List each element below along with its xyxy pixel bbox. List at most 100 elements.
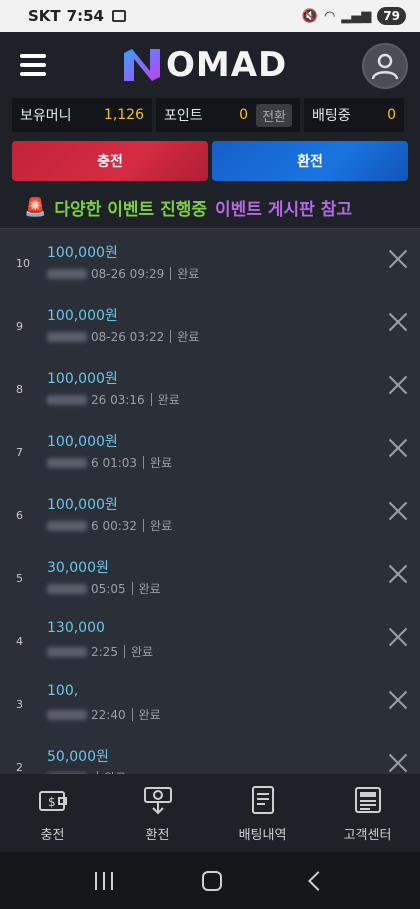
row-amount: 100,000원 [47, 308, 118, 324]
logo-text: OMAD [166, 45, 288, 85]
status-icons: 🔇 ◠ ▂▄▆ 79 [302, 7, 406, 25]
home-icon[interactable] [201, 870, 222, 891]
signal-icon: ▂▄▆ [341, 8, 372, 24]
row-number: 10 [16, 257, 30, 270]
row-date: 05:05 [91, 581, 126, 596]
nav-exchange-label: 환전 [145, 827, 170, 843]
list-item: 3 100, 22:40 완료 [0, 670, 420, 733]
close-icon[interactable] [388, 690, 408, 710]
money-label: 보유머니 [20, 108, 72, 124]
mute-icon: 🔇 [301, 8, 318, 24]
point-label: 포인트 [164, 108, 203, 124]
row-number: 7 [16, 446, 23, 459]
logo[interactable]: OMAD [120, 44, 300, 86]
row-meta: 05:05 완료 [47, 580, 161, 597]
point-value: 0 [239, 107, 249, 123]
row-amount: 100, [47, 683, 79, 699]
row-status: 완료 [130, 645, 154, 659]
transaction-list: 10 100,000원 08-26 09:29 완료 9 100,000원 08-… [0, 228, 420, 774]
betting-value: 0 [387, 107, 396, 123]
row-status: 완료 [138, 708, 161, 722]
nav-support-label: 고객센터 [343, 827, 392, 843]
betting-label: 배팅중 [312, 108, 351, 124]
list-item: 4 130,000 2:25 완료 [0, 607, 420, 670]
wifi-icon: ◠ [323, 8, 336, 24]
row-amount: 100,000원 [47, 434, 118, 450]
action-buttons: 충전 환전 [0, 136, 420, 186]
money-balance: 보유머니 1,126 [12, 98, 152, 132]
row-date: 22:40 [91, 707, 126, 722]
row-meta: 08-26 03:22 완료 [47, 328, 199, 345]
row-date: 08-26 03:22 [91, 329, 165, 344]
money-value: 1,126 [103, 107, 144, 123]
balance-bar: 보유머니 1,126 포인트 0 전환 배팅중 0 [0, 98, 420, 136]
row-amount: 100,000원 [47, 245, 118, 261]
list-item: 2 50,000원 완료 [0, 733, 420, 774]
close-icon[interactable] [388, 753, 408, 773]
close-icon[interactable] [388, 249, 408, 269]
row-status: 완료 [150, 519, 173, 533]
row-date: 2:25 [91, 644, 118, 659]
list-item: 7 100,000원 6 01:03 완료 [0, 418, 420, 481]
row-date: 6 01:03 [91, 455, 138, 470]
clock: 7:54 [66, 7, 104, 25]
row-number: 5 [16, 572, 23, 585]
nav-exchange[interactable]: 환전 [105, 774, 210, 852]
back-icon[interactable] [308, 870, 329, 891]
event-notice[interactable]: 🚨 다양한 이벤트 진행중 이벤트 게시판 참고 [0, 186, 420, 228]
wallet-icon: $ [38, 790, 67, 811]
row-amount: 130,000 [47, 620, 105, 636]
row-amount: 100,000원 [47, 371, 118, 387]
user-icon [371, 53, 399, 80]
news-icon [354, 786, 381, 813]
row-number: 2 [16, 761, 23, 774]
svg-text:$: $ [48, 795, 56, 809]
row-meta: 26 03:16 완료 [47, 391, 180, 408]
row-status: 완료 [177, 267, 200, 281]
recents-icon[interactable] [94, 871, 113, 890]
row-status: 완료 [138, 582, 161, 596]
row-number: 6 [16, 509, 23, 522]
app-header: OMAD [0, 32, 420, 98]
close-icon[interactable] [388, 501, 408, 521]
charge-button[interactable]: 충전 [12, 141, 208, 181]
nav-support[interactable]: 고객센터 [315, 774, 420, 852]
exchange-button[interactable]: 환전 [212, 141, 408, 181]
close-icon[interactable] [388, 312, 408, 332]
profile-button[interactable] [362, 43, 408, 89]
row-status: 완료 [157, 393, 180, 407]
document-icon [251, 785, 274, 814]
close-icon[interactable] [388, 375, 408, 395]
nav-bet-history-label: 배팅내역 [238, 827, 287, 843]
convert-button[interactable]: 전환 [256, 103, 292, 127]
list-item: 6 100,000원 6 00:32 완료 [0, 481, 420, 544]
row-amount: 30,000원 [47, 560, 109, 576]
bottom-nav: $ 충전 환전 배팅내역 고객센터 [0, 774, 420, 852]
row-amount: 50,000원 [47, 749, 109, 765]
close-icon[interactable] [388, 438, 408, 458]
row-status: 완료 [150, 456, 173, 470]
nav-charge-label: 충전 [40, 827, 65, 843]
nav-charge[interactable]: $ 충전 [0, 774, 105, 852]
row-status: 완료 [177, 330, 200, 344]
notice-text-1: 다양한 이벤트 진행중 [54, 199, 208, 220]
logo-mark-icon [124, 49, 160, 81]
row-date: 6 00:32 [91, 518, 138, 533]
list-item: 10 100,000원 08-26 09:29 완료 [0, 229, 420, 292]
notice-text-2: 이벤트 게시판 참고 [215, 199, 352, 220]
row-amount: 100,000원 [47, 497, 118, 513]
row-meta: 6 00:32 완료 [47, 517, 172, 534]
row-meta: 2:25 완료 [47, 643, 153, 660]
close-icon[interactable] [388, 564, 408, 584]
row-meta: 6 01:03 완료 [47, 454, 172, 471]
screenshot-icon [111, 10, 126, 22]
carrier: SKT [28, 7, 61, 25]
row-number: 4 [16, 635, 23, 648]
siren-icon: 🚨 [24, 196, 47, 218]
close-icon[interactable] [388, 627, 408, 647]
nav-bet-history[interactable]: 배팅내역 [210, 774, 315, 852]
menu-icon[interactable] [20, 54, 46, 76]
row-meta: 22:40 완료 [47, 706, 161, 723]
withdraw-icon [143, 786, 172, 814]
row-date: 26 03:16 [91, 392, 145, 407]
